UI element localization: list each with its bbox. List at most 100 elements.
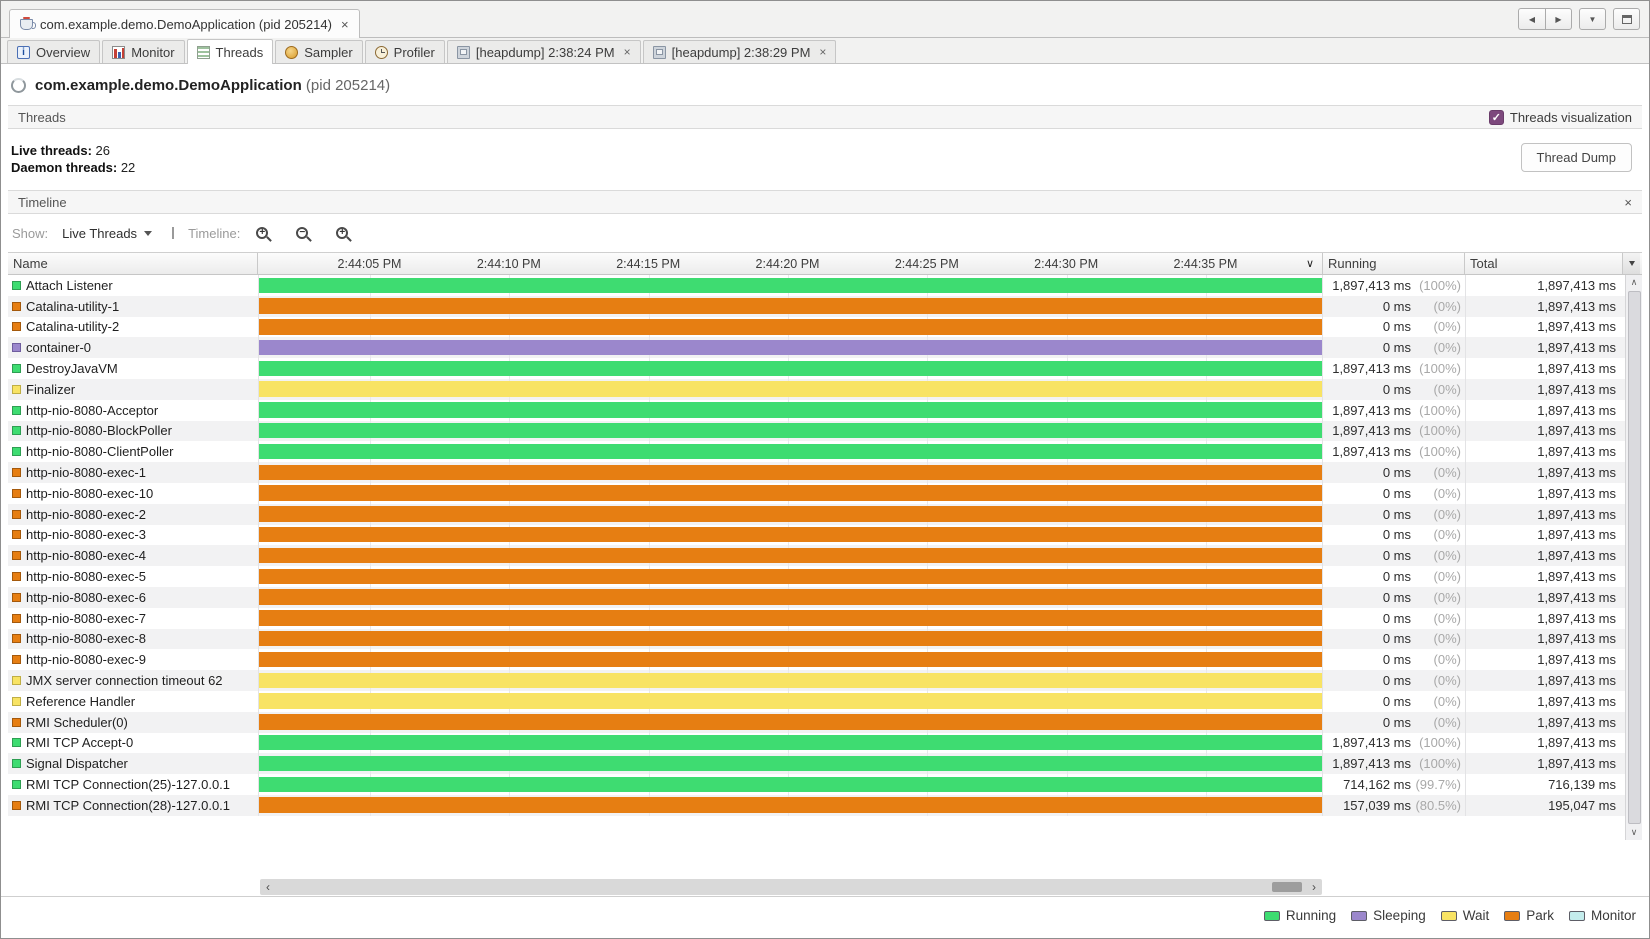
thread-running-cell: 0 ms (0%): [1323, 670, 1465, 691]
thread-state-icon: [12, 800, 21, 810]
threads-section-bar: Threads ✓ Threads visualization: [8, 105, 1642, 129]
table-row[interactable]: http-nio-8080-BlockPoller 1,897,413 ms (10…: [8, 420, 1642, 442]
close-timeline-icon[interactable]: ×: [1624, 195, 1632, 210]
table-row[interactable]: http-nio-8080-exec-9 0 ms (0%) 1,897,413 ms: [8, 649, 1642, 671]
scroll-right-icon[interactable]: ›: [1306, 880, 1322, 894]
table-row[interactable]: http-nio-8080-exec-4 0 ms (0%) 1,897,413 ms: [8, 545, 1642, 567]
timeline-column-header[interactable]: ∨ 2:44:05 PM 2:44:10 PM 2:44:15 PM 2:44:20 …: [258, 253, 1323, 274]
table-row[interactable]: RMI TCP Accept-0 1,897,413 ms (100%) 1,897,…: [8, 732, 1642, 754]
close-tab-icon[interactable]: ×: [819, 45, 826, 59]
scroll-down-icon[interactable]: ∨: [1626, 825, 1642, 840]
sampler-icon: [285, 45, 299, 59]
tab-label: Overview: [36, 44, 91, 60]
thread-total-cell: 1,897,413 ms: [1465, 316, 1623, 338]
table-row[interactable]: http-nio-8080-exec-2 0 ms (0%) 1,897,413 ms: [8, 503, 1642, 525]
overview-icon: [17, 45, 30, 59]
thread-running-cell: 0 ms (0%): [1323, 379, 1465, 400]
close-tab-icon[interactable]: ×: [341, 17, 349, 32]
table-row[interactable]: Catalina-utility-1 0 ms (0%) 1,897,413 ms: [8, 295, 1642, 317]
thread-name-cell: RMI TCP Connection(25)-127.0.0.1: [8, 774, 258, 795]
back-button[interactable]: ◀: [1518, 8, 1545, 30]
running-column-header[interactable]: Running: [1323, 253, 1465, 274]
name-column-header[interactable]: Name: [8, 253, 258, 274]
table-row[interactable]: Attach Listener 1,897,413 ms (100%) 1,897,4…: [8, 275, 1642, 296]
thread-name: http-nio-8080-BlockPoller: [26, 423, 172, 439]
table-row[interactable]: http-nio-8080-exec-5 0 ms (0%) 1,897,413 ms: [8, 566, 1642, 587]
table-row[interactable]: http-nio-8080-exec-6 0 ms (0%) 1,897,413 ms: [8, 586, 1642, 608]
thread-state-icon: [12, 364, 21, 374]
tab-monitor[interactable]: Monitor: [102, 40, 185, 63]
tab-threads[interactable]: Threads: [186, 39, 274, 64]
running-value: 0 ms: [1382, 319, 1411, 335]
sort-chevron-icon[interactable]: ∨: [1306, 257, 1314, 270]
scroll-left-icon[interactable]: ‹: [260, 880, 276, 894]
thread-running-cell: 0 ms (0%): [1323, 587, 1465, 608]
thread-dump-button[interactable]: Thread Dump: [1520, 143, 1632, 172]
threads-visualization-checkbox[interactable]: ✓: [1488, 109, 1504, 125]
thread-total-cell: 1,897,413 ms: [1465, 399, 1623, 421]
show-threads-dropdown[interactable]: Live Threads: [56, 223, 158, 244]
table-row[interactable]: http-nio-8080-ClientPoller 1,897,413 ms (1…: [8, 441, 1642, 463]
thread-running-cell: 0 ms (0%): [1323, 504, 1465, 525]
vertical-scrollbar[interactable]: ∧ ∨: [1625, 275, 1642, 840]
close-tab-icon[interactable]: ×: [624, 45, 631, 59]
main-content: com.example.demo.DemoApplication (pid 20…: [1, 64, 1649, 900]
tab-label: Monitor: [131, 44, 175, 60]
thread-timeline-cell: [258, 482, 1323, 504]
forward-button[interactable]: ▶: [1545, 8, 1572, 30]
tab-overview[interactable]: Overview: [7, 40, 101, 63]
legend-item-monitor: Monitor: [1568, 908, 1636, 923]
thread-total-cell: 1,897,413 ms: [1465, 462, 1623, 483]
thread-state-icon: [12, 322, 21, 332]
column-picker-button[interactable]: [1623, 253, 1640, 274]
heapdump-icon: [652, 45, 666, 59]
zoom-in-icon[interactable]: +: [256, 227, 269, 239]
horizontal-scroll-track[interactable]: [276, 879, 1306, 895]
legend-item-sleeping: Sleeping: [1351, 908, 1426, 923]
tab-sampler[interactable]: Sampler: [275, 40, 363, 63]
running-value: 0 ms: [1382, 631, 1411, 647]
horizontal-scrollbar[interactable]: ‹ ›: [260, 879, 1322, 895]
table-row[interactable]: http-nio-8080-exec-8 0 ms (0%) 1,897,413 ms: [8, 628, 1642, 650]
table-row[interactable]: Finalizer 0 ms (0%) 1,897,413 ms: [8, 378, 1642, 400]
thread-activity-bar: [259, 610, 1322, 626]
live-threads-label: Live threads:: [11, 143, 92, 158]
thread-name: http-nio-8080-exec-1: [26, 465, 146, 481]
thread-name: http-nio-8080-exec-10: [26, 485, 154, 501]
table-row[interactable]: Signal Dispatcher 1,897,413 ms (100%) 1,897…: [8, 753, 1642, 775]
application-tab[interactable]: com.example.demo.DemoApplication (pid 20…: [9, 9, 360, 38]
table-row[interactable]: DestroyJavaVM 1,897,413 ms (100%) 1,897,413…: [8, 358, 1642, 379]
tab-list-button[interactable]: ▼: [1579, 8, 1606, 30]
table-row[interactable]: http-nio-8080-exec-7 0 ms (0%) 1,897,413 ms: [8, 607, 1642, 629]
tab-profiler[interactable]: Profiler: [364, 40, 445, 63]
vertical-scroll-thumb[interactable]: [1627, 291, 1641, 824]
table-row[interactable]: http-nio-8080-exec-3 0 ms (0%) 1,897,413 ms: [8, 524, 1642, 546]
thread-name: JMX server connection timeout 62: [26, 673, 223, 689]
table-row[interactable]: container-0 0 ms (0%) 1,897,413 ms: [8, 337, 1642, 359]
horizontal-scroll-thumb[interactable]: [1272, 882, 1302, 892]
restore-window-button[interactable]: [1613, 8, 1640, 30]
table-row[interactable]: RMI TCP Connection(28)-127.0.0.1 157,039 …: [8, 794, 1642, 816]
table-row[interactable]: RMI Scheduler(0) 0 ms (0%) 1,897,413 ms: [8, 711, 1642, 733]
tab--heapdump-2-38-24-pm[interactable]: [heapdump] 2:38:24 PM ×: [446, 40, 641, 63]
thread-name: http-nio-8080-exec-2: [26, 506, 146, 522]
running-value: 1,897,413 ms: [1332, 402, 1411, 418]
table-row[interactable]: RMI TCP Connection(25)-127.0.0.1 714,162 …: [8, 774, 1642, 795]
table-row[interactable]: JMX server connection timeout 62 0 ms (0%)…: [8, 670, 1642, 691]
scroll-up-icon[interactable]: ∧: [1626, 275, 1642, 290]
tab--heapdump-2-38-29-pm[interactable]: [heapdump] 2:38:29 PM ×: [642, 40, 837, 63]
toolbar-separator: [172, 227, 175, 239]
table-row[interactable]: Reference Handler 0 ms (0%) 1,897,413 ms: [8, 690, 1642, 712]
show-threads-value: Live Threads: [62, 225, 138, 241]
table-row[interactable]: http-nio-8080-exec-10 0 ms (0%) 1,897,413 m…: [8, 482, 1642, 504]
legend-label: Monitor: [1590, 908, 1636, 923]
total-column-header[interactable]: Total: [1465, 253, 1623, 274]
zoom-fit-icon[interactable]: +: [336, 227, 349, 239]
zoom-out-icon[interactable]: −: [296, 227, 309, 239]
table-row[interactable]: Catalina-utility-2 0 ms (0%) 1,897,413 ms: [8, 316, 1642, 338]
table-row[interactable]: http-nio-8080-Acceptor 1,897,413 ms (100%)…: [8, 399, 1642, 421]
thread-activity-bar: [259, 672, 1322, 689]
running-percent: (100%): [1419, 444, 1461, 460]
table-row[interactable]: http-nio-8080-exec-1 0 ms (0%) 1,897,413 ms: [8, 462, 1642, 483]
legend-swatch: [1504, 910, 1521, 921]
